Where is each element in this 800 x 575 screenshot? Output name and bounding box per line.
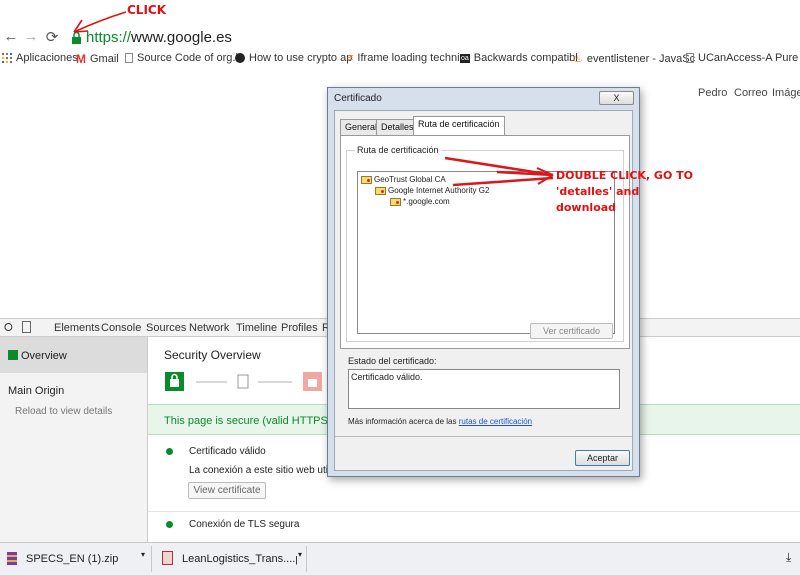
url-host: www.google.es bbox=[131, 29, 232, 46]
cert-path-link[interactable]: rutas de certificación bbox=[459, 417, 532, 426]
sidebar-item-overview[interactable]: Overview bbox=[0, 337, 147, 373]
bookmark-gmail[interactable]: M Gmail bbox=[76, 52, 119, 66]
download-arrow-icon[interactable]: ⤓ bbox=[786, 550, 791, 565]
certificate-icon bbox=[375, 186, 386, 195]
chevron-down-icon[interactable]: ▾ bbox=[141, 550, 145, 559]
address-bar[interactable]: https://www.google.es bbox=[86, 29, 232, 46]
page-icon bbox=[686, 53, 694, 63]
sidebar-reload-hint: Reload to view details bbox=[15, 406, 113, 417]
gmail-icon: M bbox=[76, 52, 86, 66]
tree-node-root[interactable]: GeoTrust Global CA bbox=[361, 175, 446, 184]
download-item[interactable]: SPECS_EN (1).zip ▾ bbox=[0, 546, 152, 572]
security-diagram bbox=[165, 372, 322, 391]
certificate-dialog: Certificado X General Detalles Ruta de c… bbox=[327, 87, 640, 477]
divider bbox=[335, 436, 632, 437]
bookmarks-bar: Aplicaciones M Gmail Source Code of org.… bbox=[0, 50, 800, 67]
tree-node-intermediate[interactable]: Google Internet Authority G2 bbox=[375, 186, 489, 195]
flame-icon: ♨ bbox=[573, 53, 583, 65]
divider bbox=[148, 511, 800, 512]
inspect-icon[interactable]: ⭘ bbox=[4, 322, 13, 335]
navigation-bar: ← → ⟳ https://www.google.es bbox=[0, 26, 800, 50]
bookmark-backwards[interactable]: oa Backwards compatibl bbox=[460, 52, 578, 64]
url-scheme: https:// bbox=[86, 29, 132, 46]
certificate-item-desc: La conexión a este sitio web utiliza bbox=[189, 465, 343, 476]
certificate-item-title: Certificado válido bbox=[189, 446, 266, 457]
bookmark-eventlistener[interactable]: ♨ eventlistener - JavaSc bbox=[573, 52, 695, 66]
dialog-title: Certificado bbox=[334, 93, 382, 104]
status-dot-icon bbox=[166, 448, 173, 455]
stack-icon: ≡ bbox=[347, 52, 354, 64]
tab-sources[interactable]: Sources bbox=[146, 322, 186, 334]
dialog-body: General Detalles Ruta de certificación R… bbox=[334, 110, 633, 471]
bookmark-iframe[interactable]: ≡ Iframe loading techni bbox=[347, 52, 460, 64]
oa-icon: oa bbox=[460, 53, 470, 63]
view-certificate-button[interactable]: Ver certificado bbox=[530, 323, 613, 339]
tab-console[interactable]: Console bbox=[101, 322, 141, 334]
certificate-icon bbox=[390, 197, 401, 206]
doc-icon bbox=[162, 551, 173, 565]
google-link-mail[interactable]: Correo bbox=[734, 87, 768, 99]
forward-arrow-icon[interactable]: → bbox=[22, 28, 40, 45]
github-icon bbox=[235, 53, 245, 63]
bookmark-source-code[interactable]: Source Code of org.b bbox=[125, 52, 242, 64]
more-info-text: Más información acerca de las rutas de c… bbox=[348, 417, 533, 426]
tab-ruta-certificacion[interactable]: Ruta de certificación bbox=[413, 116, 505, 135]
close-button[interactable]: X bbox=[599, 91, 634, 105]
status-dot-icon bbox=[166, 521, 173, 528]
google-link-profile[interactable]: Pedro bbox=[698, 87, 727, 99]
group-label: Ruta de certificación bbox=[355, 145, 441, 155]
apps-grid-icon bbox=[2, 53, 12, 63]
tls-item-title: Conexión de TLS segura bbox=[189, 519, 300, 530]
page-icon bbox=[125, 53, 133, 63]
click-annotation: CLICK bbox=[127, 3, 167, 17]
bookmark-apps[interactable]: Aplicaciones bbox=[2, 52, 78, 64]
google-link-images[interactable]: Imáge bbox=[772, 87, 800, 99]
tab-network[interactable]: Network bbox=[189, 322, 229, 334]
back-arrow-icon[interactable]: ← bbox=[2, 28, 20, 45]
certificate-icon bbox=[361, 175, 372, 184]
devtools-security-sidebar: Overview Main Origin Reload to view deta… bbox=[0, 337, 148, 542]
reload-icon[interactable]: ⟳ bbox=[43, 28, 61, 46]
double-click-annotation: DOUBLE CLICK, GO TO 'detalles' and downl… bbox=[556, 169, 693, 214]
tab-profiles[interactable]: Profiles bbox=[281, 322, 318, 334]
downloads-bar: SPECS_EN (1).zip ▾ LeanLogistics_Trans..… bbox=[0, 542, 800, 575]
view-certificate-button[interactable]: View certificate bbox=[188, 482, 266, 499]
accept-button[interactable]: Aceptar bbox=[575, 450, 630, 466]
chevron-down-icon[interactable]: ▾ bbox=[298, 550, 302, 559]
lock-icon bbox=[8, 350, 18, 360]
bookmark-crypto[interactable]: How to use crypto ap bbox=[235, 52, 352, 64]
lock-icon[interactable] bbox=[71, 32, 82, 44]
archive-icon bbox=[7, 552, 17, 565]
bookmark-ucanaccess[interactable]: UCanAccess-A Pure Ja bbox=[686, 52, 800, 64]
page-title: Security Overview bbox=[164, 348, 261, 362]
sidebar-main-origin: Main Origin bbox=[8, 385, 65, 397]
tab-timeline[interactable]: Timeline bbox=[236, 322, 277, 334]
device-icon[interactable] bbox=[22, 321, 31, 333]
tree-node-leaf[interactable]: *.google.com bbox=[390, 197, 450, 206]
status-label: Estado del certificado: bbox=[348, 356, 437, 366]
status-box: Certificado válido. bbox=[348, 369, 620, 409]
tab-elements[interactable]: Elements bbox=[54, 322, 100, 334]
download-item[interactable]: LeanLogistics_Trans....pp... ▾ bbox=[155, 546, 307, 572]
